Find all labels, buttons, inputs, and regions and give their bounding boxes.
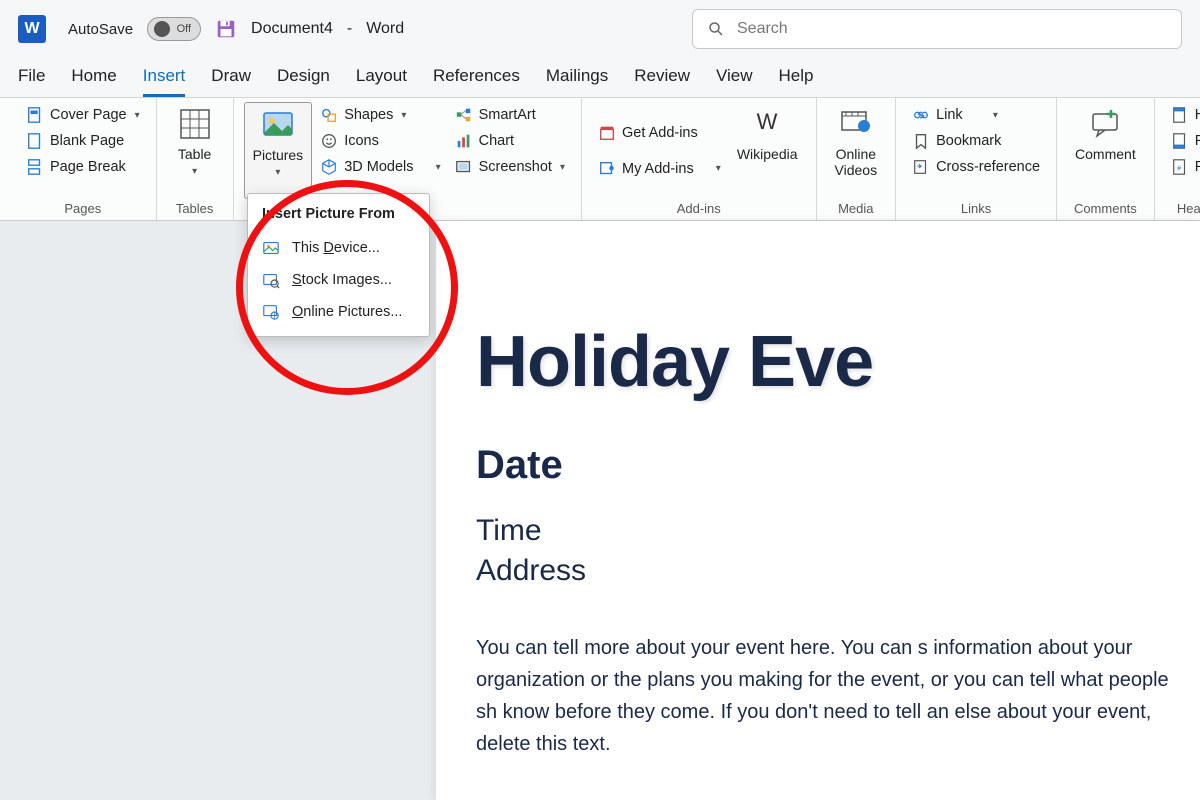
pagenum-icon: # [1171,158,1189,176]
tab-mailings[interactable]: Mailings [546,66,608,97]
shapes-icon [320,106,338,124]
document-page[interactable]: Holiday Eve Date Time Address You can te… [436,221,1200,800]
doc-address[interactable]: Address [476,554,1200,588]
blank-page-icon [26,132,44,150]
dropdown-header: Insert Picture From [248,204,429,232]
page-number-button[interactable]: # Pag [1165,154,1200,180]
word-logo-icon: W [18,15,46,43]
tab-references[interactable]: References [433,66,520,97]
tab-home[interactable]: Home [71,66,116,97]
page-break-icon [26,158,44,176]
chart-button[interactable]: Chart [449,128,571,154]
online-videos-button[interactable]: Online Videos [827,102,886,199]
ribbon-tabs: File Home Insert Draw Design Layout Refe… [0,58,1200,98]
autosave-label: AutoSave [68,21,133,38]
device-picture-icon [262,239,280,257]
save-icon[interactable] [215,18,237,40]
smartart-icon [455,106,473,124]
cover-page-icon [26,106,44,124]
screenshot-icon [455,158,473,176]
bookmark-button[interactable]: Bookmark [906,128,1046,154]
chart-icon [455,132,473,150]
pictures-icon [260,107,296,143]
smartart-button[interactable]: SmartArt [449,102,571,128]
svg-text:#: # [1177,164,1181,173]
header-icon [1171,106,1189,124]
wikipedia-button[interactable]: W Wikipedia [729,102,806,199]
pictures-dropdown: Insert Picture From This Device... Stock… [247,193,430,337]
group-links-label: Links [906,199,1046,220]
store-icon [598,124,616,142]
icons-button[interactable]: Icons [314,128,446,154]
doc-title[interactable]: Holiday Eve [476,321,1200,403]
tab-layout[interactable]: Layout [356,66,407,97]
tab-design[interactable]: Design [277,66,330,97]
my-addins-button[interactable]: My Add-ins ▾ [592,156,727,182]
blank-page-button[interactable]: Blank Page [20,128,146,154]
search-input[interactable]: Search [692,9,1182,49]
svg-text:W: W [757,109,778,134]
search-icon [707,20,725,38]
titlebar-sep: - [347,20,352,38]
online-pictures-icon [262,303,280,321]
tab-help[interactable]: Help [779,66,814,97]
document-name: Document4 [251,20,333,38]
icons-icon [320,132,338,150]
toggle-state: Off [177,23,191,35]
video-icon [838,106,874,142]
insert-online-pictures[interactable]: Online Pictures... [248,296,429,328]
footer-icon [1171,132,1189,150]
3d-models-button[interactable]: 3D Models ▾ [314,154,446,180]
insert-from-device[interactable]: This Device... [248,232,429,264]
comment-icon [1087,106,1123,142]
link-button[interactable]: Link ▾ [906,102,1046,128]
footer-button[interactable]: Foo [1165,128,1200,154]
doc-body-text[interactable]: You can tell more about your event here.… [476,632,1176,760]
page-break-button[interactable]: Page Break [20,154,146,180]
wikipedia-icon: W [749,106,785,142]
table-button[interactable]: Table ▾ [167,102,223,199]
cover-page-button[interactable]: Cover Page▾ [20,102,146,128]
link-icon [912,106,930,124]
insert-stock-images[interactable]: Stock Images... [248,264,429,296]
pictures-button[interactable]: Pictures ▾ [244,102,313,199]
tab-view[interactable]: View [716,66,753,97]
doc-time[interactable]: Time [476,514,1200,548]
group-media-label: Media [827,199,886,220]
stock-images-icon [262,271,280,289]
group-headerfooter-label: Heade [1165,199,1200,220]
bookmark-icon [912,132,930,150]
tab-insert[interactable]: Insert [143,66,186,97]
cross-reference-button[interactable]: Cross-reference [906,154,1046,180]
table-icon [177,106,213,142]
autosave-toggle[interactable]: Off [147,17,201,41]
group-comments-label: Comments [1067,199,1144,220]
app-name: Word [366,20,404,38]
tab-review[interactable]: Review [634,66,690,97]
puzzle-icon [598,160,616,178]
cube-icon [320,158,338,176]
screenshot-button[interactable]: Screenshot▾ [449,154,571,180]
group-tables-label: Tables [167,199,223,220]
comment-button[interactable]: Comment [1067,102,1144,199]
header-button[interactable]: Hea [1165,102,1200,128]
group-pages-label: Pages [20,199,146,220]
shapes-button[interactable]: Shapes▾ [314,102,446,128]
tab-file[interactable]: File [18,66,45,97]
crossref-icon [912,158,930,176]
tab-draw[interactable]: Draw [211,66,251,97]
search-placeholder: Search [737,20,788,38]
doc-date-heading[interactable]: Date [476,443,1200,488]
get-addins-button[interactable]: Get Add-ins [592,120,727,146]
group-addins-label: Add-ins [592,199,806,220]
